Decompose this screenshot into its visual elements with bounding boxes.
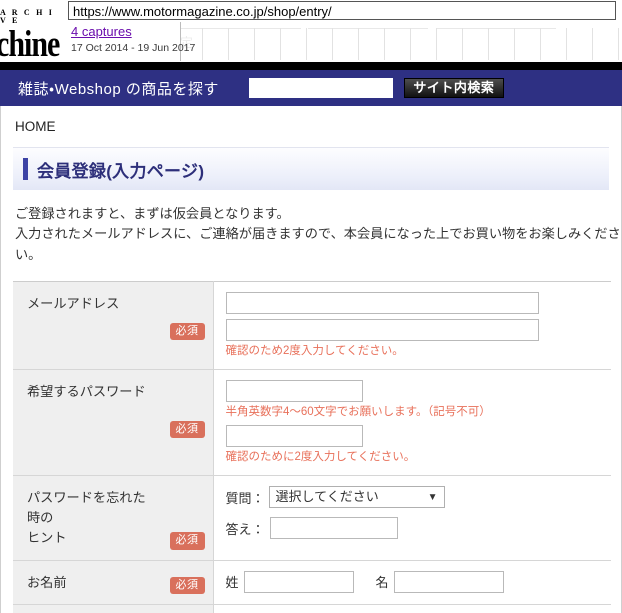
page-title: 会員登録(入力ページ) [37, 161, 205, 181]
registration-form-table: メールアドレス 必須 確認のため2度入力してください。 希望するパスワード 必須 [13, 281, 611, 613]
row-field-kana: セイ メイ [213, 604, 611, 613]
wayback-machine-logo[interactable]: A R C H I V E achine [0, 2, 62, 61]
name-fields: 姓 名 [225, 570, 604, 593]
email-input-2[interactable] [225, 319, 539, 342]
capture-date-range: 17 Oct 2014 - 19 Jun 2017 [71, 42, 196, 54]
intro-text: ご登録されますと、まずは仮会員となります。 入力されたメールアドレスに、ご連絡が… [15, 204, 621, 265]
table-row-name: お名前 必須 姓 名 [13, 560, 611, 605]
name-mei-input[interactable] [393, 570, 504, 593]
table-row-email: メールアドレス 必須 確認のため2度入力してください。 [13, 281, 611, 370]
hint-question-selected-value: 選択してください [275, 489, 379, 505]
email-input-1[interactable] [225, 292, 539, 315]
hint-answer-line: 答え： [225, 517, 604, 540]
wayback-toolbar: A R C H I V E achine https://www.motorma… [0, 0, 622, 62]
label-name-sei: 姓 [225, 575, 239, 591]
breadcrumb-home-link[interactable]: HOME [15, 119, 56, 134]
hint-email-confirm: 確認のため2度入力してください。 [225, 345, 404, 358]
label-hint-answer: 答え： [225, 521, 265, 537]
row-label-email: メールアドレス 必須 [13, 281, 214, 370]
wayback-captures-panel: 4 captures 17 Oct 2014 - 19 Jun 2017 [68, 22, 196, 61]
row-label-name: お名前 必須 [13, 560, 214, 605]
badge-required-name: 必須 [169, 576, 205, 595]
name-sei-input[interactable] [243, 570, 354, 593]
site-search-bar: 雑誌・Webshop の商品を探す サイト内検索 [0, 70, 622, 106]
badge-required-email: 必須 [169, 322, 205, 341]
wayback-url-input[interactable]: https://www.motormagazine.co.jp/shop/ent… [68, 1, 616, 20]
page-content: HOME 会員登録(入力ページ) ご登録されますと、まずは仮会員となります。 入… [0, 106, 622, 613]
hint-answer-input[interactable] [269, 517, 398, 540]
hint-question-select[interactable]: 選択してください ▼ [268, 486, 445, 509]
breadcrumb: HOME [1, 106, 621, 147]
badge-required-password-hint: 必須 [169, 531, 205, 550]
row-field-email: 確認のため2度入力してください。 [213, 281, 611, 370]
intro-line-2: 入力されたメールアドレスに、ご連絡が届きますので、本会員になった上でお買い物をお… [15, 226, 621, 262]
label-password: 希望するパスワード [27, 384, 146, 400]
row-label-password: 希望するパスワード 必須 [13, 369, 214, 476]
wayback-logo-machine-text: achine [0, 23, 60, 60]
row-label-kana: お名前(フリガナ) 必須 [13, 604, 214, 613]
row-field-password-hint: 質問： 選択してください ▼ 答え： [213, 475, 611, 561]
chevron-down-icon: ▼ [427, 492, 438, 504]
section-accent-bar [23, 158, 28, 180]
row-field-password: 半角英数字4〜60文字でお願いします。（記号不可） 確認のために2度入力してくだ… [213, 369, 611, 476]
intro-line-1: ご登録されますと、まずは仮会員となります。 [15, 206, 290, 221]
password-input-1[interactable] [225, 380, 363, 403]
site-search-label: 雑誌・Webshop の商品を探す [18, 80, 219, 98]
site-search-button[interactable]: サイト内検索 [403, 78, 504, 98]
table-row-password: 希望するパスワード 必須 半角英数字4〜60文字でお願いします。（記号不可） 確… [13, 369, 611, 476]
password-input-2[interactable] [225, 425, 363, 448]
row-field-name: 姓 名 [213, 560, 611, 605]
badge-required-password: 必須 [169, 420, 205, 439]
table-row-kana: お名前(フリガナ) 必須 セイ メイ [13, 604, 611, 613]
label-name-mei: 名 [375, 575, 389, 591]
hint-question-line: 質問： 選択してください ▼ [225, 486, 604, 509]
wayback-black-divider [0, 62, 622, 70]
row-label-password-hint: パスワードを忘れた時の ヒント 必須 [13, 475, 214, 561]
hint-password-confirm: 確認のために2度入力してください。 [225, 451, 416, 464]
section-header: 会員登録(入力ページ) [13, 147, 609, 190]
site-search-input[interactable] [248, 78, 393, 98]
label-email: メールアドレス [27, 296, 120, 312]
label-hint-question: 質問： [225, 490, 265, 506]
captures-count-link[interactable]: 4 captures [71, 24, 180, 39]
hint-password-rule: 半角英数字4〜60文字でお願いします。（記号不可） [225, 406, 491, 419]
table-row-password-hint: パスワードを忘れた時の ヒント 必須 質問： 選択してください ▼ 答え： [13, 475, 611, 561]
label-password-hint-line1: パスワードを忘れた時の [27, 490, 146, 525]
